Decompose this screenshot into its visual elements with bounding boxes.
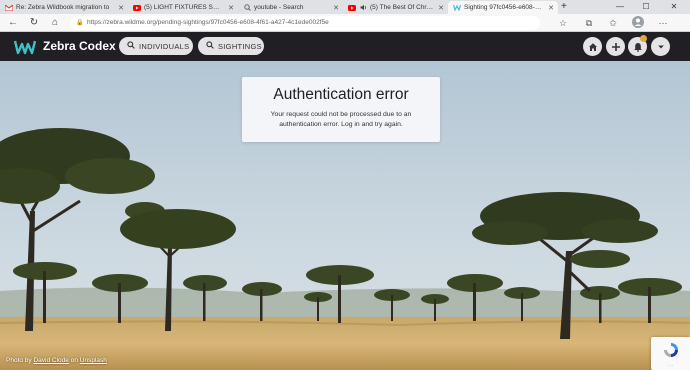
account-menu-button[interactable]	[651, 37, 670, 56]
favorites-bar-icon[interactable]: ✩	[606, 16, 620, 30]
tab-title: Re: Zebra Wildbook migration to	[16, 4, 110, 11]
youtube-icon	[133, 4, 141, 11]
home-icon[interactable]: ⌂	[48, 16, 62, 30]
recaptcha-badge[interactable]: · · ·	[651, 337, 690, 370]
close-tab-icon[interactable]: ✕	[117, 4, 125, 12]
credit-on: on	[70, 357, 78, 364]
individuals-label: INDIVIDUALS	[139, 41, 190, 51]
close-tab-icon[interactable]: ✕	[332, 4, 340, 12]
browser-tab[interactable]: (5) LIGHT FIXTURES SHOPPING | ... ✕	[128, 1, 238, 14]
chevron-down-icon	[657, 45, 664, 48]
profile-avatar[interactable]	[631, 16, 645, 30]
plus-icon	[611, 42, 620, 51]
favorite-star-icon[interactable]: ☆	[556, 16, 570, 30]
unsplash-link[interactable]: Unsplash	[80, 357, 107, 364]
credit-prefix: Photo by	[6, 357, 32, 364]
wildbook-icon	[453, 4, 461, 11]
youtube-icon	[348, 4, 356, 11]
search-icon	[127, 41, 135, 51]
home-icon	[588, 42, 597, 51]
refresh-icon[interactable]: ↻	[27, 16, 41, 30]
individuals-button[interactable]: INDIVIDUALS	[119, 37, 193, 55]
app-header: Zebra Codex INDIVIDUALS SIGHTINGS	[0, 32, 690, 61]
speaker-icon[interactable]	[359, 4, 367, 11]
recaptcha-terms[interactable]: · · ·	[651, 364, 690, 368]
authentication-error-card: Authentication error Your request could …	[242, 77, 440, 142]
tab-title: youtube - Search	[254, 4, 304, 11]
url-text: https://zebra.wildme.org/pending-sightin…	[87, 19, 329, 26]
more-menu-icon[interactable]: ⋯	[656, 16, 670, 30]
tab-title: (5) LIGHT FIXTURES SHOPPING | ...	[144, 4, 224, 11]
search-icon	[206, 41, 214, 51]
browser-toolbar: ← ↻ ⌂ 🔒 https://zebra.wildme.org/pending…	[0, 14, 690, 32]
maximize-icon[interactable]: ☐	[636, 0, 656, 14]
new-tab-button[interactable]: +	[561, 1, 567, 13]
address-bar[interactable]: 🔒 https://zebra.wildme.org/pending-sight…	[70, 16, 540, 30]
photo-credit: Photo by David Clode on Unsplash	[6, 357, 107, 364]
close-tab-icon[interactable]: ✕	[547, 4, 555, 12]
minimize-icon[interactable]: —	[610, 0, 630, 14]
add-button[interactable]	[606, 37, 625, 56]
sightings-button[interactable]: SIGHTINGS	[198, 37, 264, 55]
collections-icon[interactable]: ⧉	[582, 16, 596, 30]
browser-tab-active[interactable]: Sighting 97fc0456-e608-4f61-a4... ✕	[448, 1, 558, 14]
close-tab-icon[interactable]: ✕	[227, 4, 235, 12]
error-message: Your request could not be processed due …	[270, 111, 412, 128]
tab-title: (5) The Best Of Christopher...	[370, 4, 434, 11]
lock-icon: 🔒	[76, 20, 84, 26]
back-icon[interactable]: ←	[6, 16, 20, 30]
browser-tab-strip: Re: Zebra Wildbook migration to ✕ (5) LI…	[0, 0, 690, 14]
zebra-codex-logo-icon[interactable]	[14, 39, 36, 55]
close-tab-icon[interactable]: ✕	[437, 4, 445, 12]
recaptcha-icon	[663, 343, 678, 357]
browser-tab[interactable]: (5) The Best Of Christopher... ✕	[343, 1, 448, 14]
photographer-link[interactable]: David Clode	[33, 357, 68, 364]
search-icon	[243, 4, 251, 11]
browser-tab[interactable]: youtube - Search ✕	[238, 1, 343, 14]
home-button[interactable]	[583, 37, 602, 56]
browser-tab[interactable]: Re: Zebra Wildbook migration to ✕	[0, 1, 128, 14]
sightings-label: SIGHTINGS	[218, 41, 262, 51]
bell-icon	[633, 42, 642, 52]
notification-badge	[640, 35, 647, 42]
close-window-icon[interactable]: ✕	[664, 0, 684, 14]
tab-title: Sighting 97fc0456-e608-4f61-a4...	[464, 4, 544, 11]
gmail-icon	[5, 4, 13, 11]
error-title: Authentication error	[273, 86, 409, 103]
app-brand[interactable]: Zebra Codex	[43, 39, 116, 53]
